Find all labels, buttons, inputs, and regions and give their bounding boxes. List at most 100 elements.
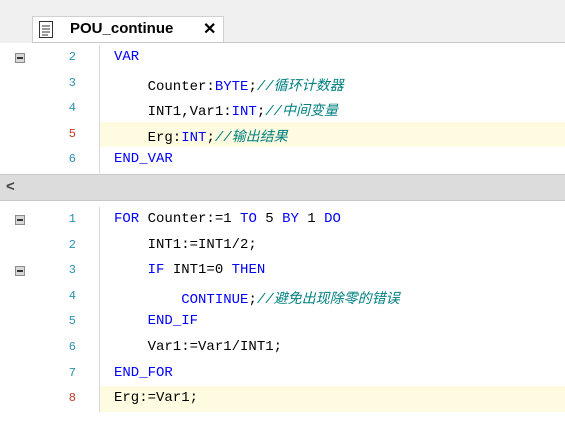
keyword-token: INT [181, 129, 207, 146]
keyword-token: INT [231, 104, 257, 121]
code-text[interactable]: Var1:=Var1/INT1; [114, 339, 282, 355]
line-gutter: 3 [0, 70, 100, 97]
line-number: 5 [68, 314, 76, 329]
code-line[interactable]: 3 IF INT1=0 THEN [0, 258, 565, 284]
keyword-token: END_FOR [114, 364, 173, 381]
gutter-divider [99, 232, 100, 259]
line-number: 2 [68, 237, 76, 252]
gutter-divider [99, 258, 100, 284]
code-text[interactable]: Erg:=Var1; [114, 390, 198, 406]
code-token: Var1:=Var1/INT1; [114, 339, 283, 355]
code-token: ; [206, 129, 215, 146]
line-number: 4 [68, 288, 76, 303]
code-line[interactable]: 1 FOR Counter:=1 TO 5 BY 1 DO [0, 207, 565, 233]
code-text[interactable]: Counter:BYTE;//循环计数器 [114, 75, 344, 95]
code-line[interactable]: 7 END_FOR [0, 360, 565, 387]
code-token: ; [256, 104, 266, 121]
code-line[interactable]: 4 INT1,Var1:INT;//中间变量 [0, 96, 565, 122]
code-line[interactable]: 5 Erg:INT;//输出结果 [0, 121, 565, 148]
code-token: 5 [256, 211, 283, 227]
code-line[interactable]: 6 Var1:=Var1/INT1; [0, 335, 565, 361]
code-line[interactable]: 4 CONTINUE;//避免出现除零的错误 [0, 283, 565, 310]
code-token: INT1,Var1: [114, 104, 232, 121]
comment-token: //循环计数器 [256, 78, 344, 95]
code-token: Counter: [114, 78, 215, 95]
code-token: ; [248, 78, 257, 95]
code-token: INT1:=INT1/2; [114, 236, 257, 253]
keyword-token: CONTINUE [181, 291, 249, 308]
line-number: 7 [68, 365, 76, 380]
line-gutter: 7 [0, 360, 100, 387]
comment-token: //中间变量 [265, 104, 339, 121]
keyword-token: END_VAR [114, 151, 173, 168]
code-token: 1 [298, 211, 325, 227]
gutter-divider [99, 207, 100, 233]
code-text[interactable]: END_VAR [114, 151, 173, 167]
code-text[interactable]: VAR [114, 49, 139, 65]
keyword-token: IF [147, 262, 165, 279]
gutter-divider [99, 335, 100, 361]
line-background [100, 45, 565, 71]
code-line[interactable]: 5 END_IF [0, 309, 565, 335]
gutter-divider [99, 70, 100, 97]
line-gutter: 6 [0, 147, 100, 173]
keyword-token: FOR [114, 211, 140, 227]
code-text[interactable]: END_FOR [114, 365, 173, 381]
tab-pou-continue[interactable]: POU_continue ✕ [32, 16, 224, 43]
code-text[interactable]: END_IF [114, 313, 198, 329]
line-gutter: 4 [0, 283, 100, 310]
code-line[interactable]: 2 VAR [0, 45, 565, 71]
line-number: 3 [68, 75, 76, 90]
tab-bar: POU_continue ✕ [0, 0, 565, 43]
tab-title: POU_continue [70, 20, 174, 37]
gutter-divider [99, 45, 100, 71]
line-gutter: 4 [0, 96, 100, 122]
code-line[interactable]: 8 Erg:=Var1; [0, 386, 565, 412]
keyword-token: END_IF [147, 313, 199, 330]
comment-token: //输出结果 [214, 129, 288, 146]
line-gutter: 5 [0, 121, 100, 148]
gutter-divider [99, 96, 100, 122]
implementation-editor[interactable]: 1 FOR Counter:=1 TO 5 BY 1 DO 2 INT1:=INT1… [0, 201, 565, 427]
comment-token: //避免出现除零的错误 [256, 291, 400, 308]
code-token: Erg: [114, 129, 182, 146]
code-token: Erg:=Var1; [114, 390, 199, 407]
gutter-divider [99, 386, 100, 412]
code-text[interactable]: FOR Counter:=1 TO 5 BY 1 DO [114, 211, 341, 227]
code-line[interactable]: 3 Counter:BYTE;//循环计数器 [0, 70, 565, 97]
line-gutter: 3 [0, 258, 100, 284]
code-text[interactable]: Erg:INT;//输出结果 [114, 126, 288, 146]
close-icon[interactable]: ✕ [203, 19, 216, 39]
keyword-token: BY [282, 211, 299, 227]
editor-splitter[interactable]: < [0, 174, 565, 201]
collapse-icon[interactable] [15, 215, 25, 225]
line-number: 4 [68, 101, 76, 116]
code-text[interactable]: INT1,Var1:INT;//中间变量 [114, 100, 338, 120]
code-text[interactable]: INT1:=INT1/2; [114, 237, 257, 253]
keyword-token: DO [324, 211, 341, 227]
keyword-token: VAR [114, 49, 140, 65]
line-number: 2 [68, 50, 76, 64]
code-text[interactable]: IF INT1=0 THEN [114, 262, 266, 279]
code-token: ; [248, 291, 257, 308]
collapse-icon[interactable] [15, 266, 25, 277]
code-token: INT1=0 [164, 262, 232, 279]
line-gutter: 5 [0, 309, 100, 335]
line-gutter: 8 [0, 386, 100, 412]
code-line[interactable]: 6 END_VAR [0, 147, 565, 173]
code-token: 1 [223, 211, 232, 227]
collapse-icon[interactable] [15, 53, 25, 63]
code-text[interactable]: CONTINUE;//避免出现除零的错误 [114, 288, 400, 308]
keyword-token: TO [240, 211, 257, 227]
gutter-divider [99, 309, 100, 335]
code-line[interactable]: 2 INT1:=INT1/2; [0, 232, 565, 259]
line-number: 8 [68, 391, 76, 406]
declaration-editor[interactable]: 2 VAR 3 Counter:BYTE;//循环计数器 4 INT1,Var1:IN… [0, 43, 565, 174]
chevron-left-icon[interactable]: < [6, 178, 15, 195]
keyword-token: BYTE [214, 78, 249, 95]
line-gutter: 2 [0, 45, 100, 71]
line-number: 6 [68, 340, 76, 354]
line-number: 5 [68, 126, 76, 141]
